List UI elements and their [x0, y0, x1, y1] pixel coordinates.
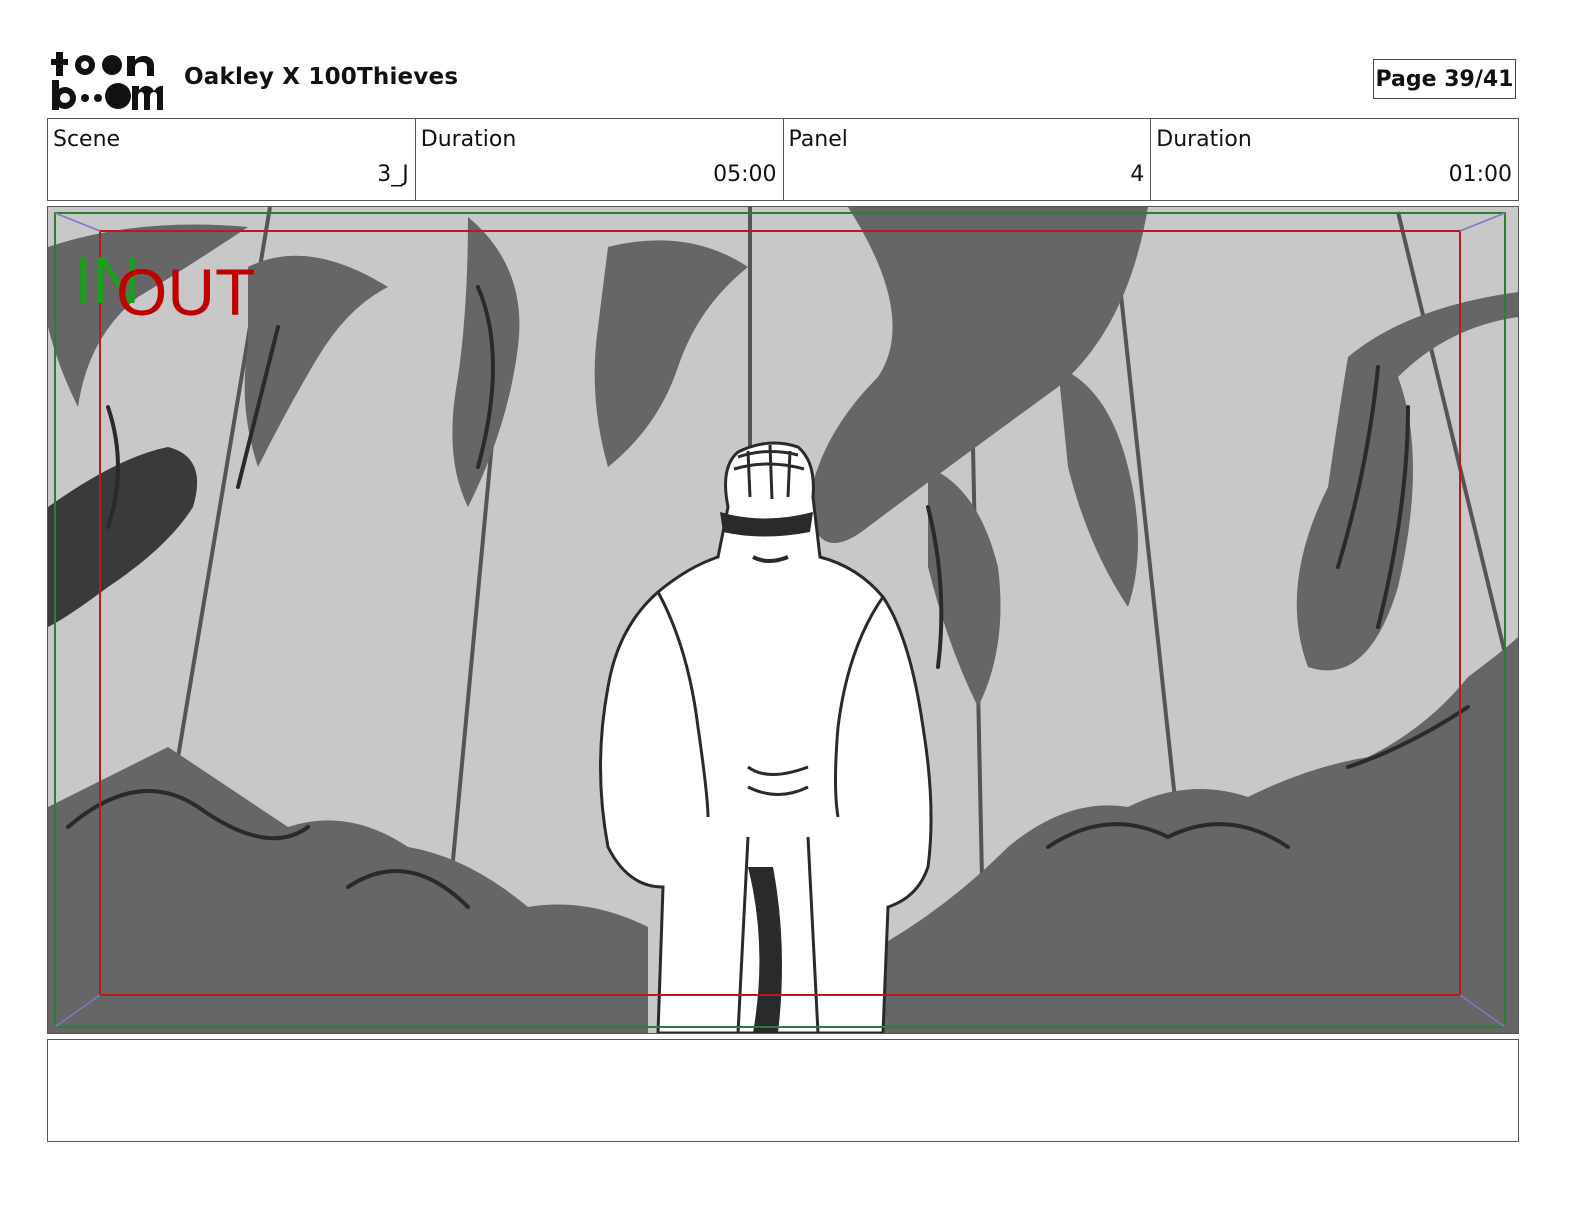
panel-value: 4: [1130, 162, 1145, 187]
panel-duration-label: Duration: [1156, 127, 1252, 152]
scene-cell: Scene 3_J: [48, 119, 416, 200]
page-indicator: Page 39/41: [1373, 59, 1516, 99]
panel-notes-box[interactable]: [47, 1039, 1519, 1142]
storyboard-drawing: IN OUT: [48, 207, 1518, 1033]
scene-value: 3_J: [377, 162, 409, 187]
panel-duration-value: 01:00: [1448, 162, 1512, 187]
storyboard-panel: IN OUT: [47, 206, 1519, 1034]
scene-duration-label: Duration: [420, 127, 517, 152]
scene-duration-cell: Duration 05:00: [416, 119, 784, 200]
panel-cell: Panel 4: [784, 119, 1152, 200]
out-label: OUT: [116, 255, 255, 329]
scene-duration-value: 05:00: [713, 162, 777, 187]
toonboom-logo: [50, 50, 164, 112]
project-title: Oakley X 100Thieves: [184, 64, 459, 90]
info-table: Scene 3_J Duration 05:00 Panel 4 Duratio…: [47, 118, 1519, 201]
panel-duration-cell: Duration 01:00: [1151, 119, 1518, 200]
scene-label: Scene: [53, 127, 121, 152]
panel-label: Panel: [788, 127, 848, 152]
